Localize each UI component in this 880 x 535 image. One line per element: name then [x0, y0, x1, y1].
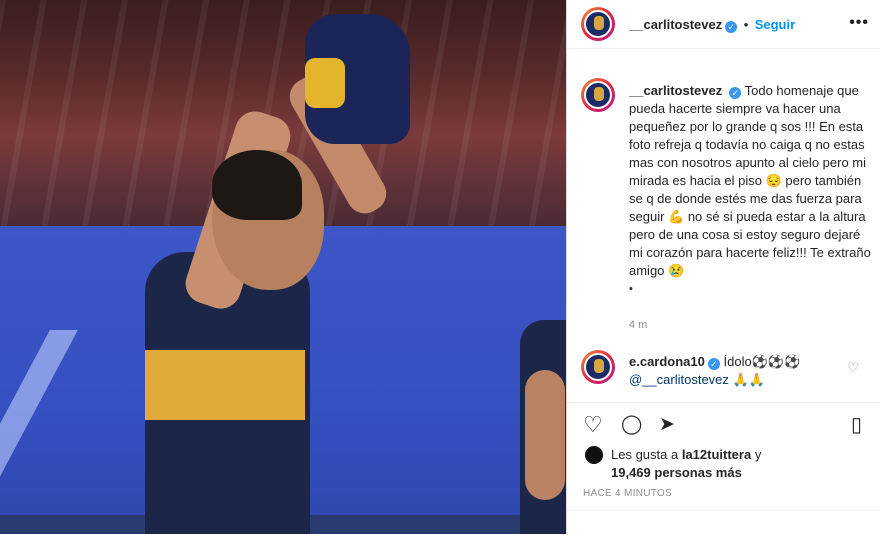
post-timestamp[interactable]: HACE 4 MINUTOS	[583, 488, 672, 499]
likes-summary: Les gusta a la12tuittera y 19,469 person…	[611, 446, 761, 482]
action-bar: ♡ ◯ ➤ ▯	[567, 402, 880, 449]
held-jersey-stripe	[305, 58, 345, 108]
shirt-stripe	[145, 350, 305, 420]
author-avatar[interactable]	[581, 7, 615, 41]
player-hair	[212, 150, 302, 220]
author-username[interactable]: __carlitostevez	[629, 17, 722, 32]
like-icon[interactable]: ♡	[583, 413, 603, 437]
likes-prefix: Les gusta a	[611, 447, 679, 462]
liker-username[interactable]: la12tuittera	[682, 447, 751, 462]
add-comment-row	[567, 510, 880, 535]
teammate-arm	[525, 370, 565, 500]
caption-avatar[interactable]	[581, 78, 615, 112]
save-icon[interactable]: ▯	[851, 413, 862, 437]
verified-icon: ✓	[729, 87, 742, 99]
comment-icon[interactable]: ◯	[621, 413, 642, 437]
liker-avatar[interactable]	[585, 446, 603, 464]
post-header: __carlitostevez ✓ • Seguir •••	[567, 0, 880, 49]
post-photo[interactable]	[0, 0, 566, 534]
more-options-icon[interactable]: •••	[849, 14, 869, 32]
caption-text: Todo homenaje que pueda hacerte siempre …	[629, 83, 871, 278]
author-line: __carlitostevez ✓ • Seguir	[629, 17, 796, 33]
verified-icon: ✓	[725, 21, 738, 33]
caption-dot: •	[629, 283, 633, 295]
commenter-avatar[interactable]	[581, 350, 615, 384]
comment-emoji: 🙏🙏	[732, 372, 765, 387]
comment-mention[interactable]: @__carlitostevez	[629, 372, 729, 387]
post-caption: __carlitostevez ✓ Todo homenaje que pueda…	[629, 82, 871, 298]
comment-text: Ídolo⚽⚽⚽	[723, 354, 801, 369]
comment: e.cardona10 ✓ Ídolo⚽⚽⚽ @__carlitostevez 🙏…	[629, 353, 851, 389]
likes-mid: y	[754, 447, 762, 462]
likes-count[interactable]: 19,469 personas más	[611, 465, 742, 480]
share-icon[interactable]: ➤	[659, 413, 675, 437]
caption-time[interactable]: 4 m	[629, 319, 647, 331]
comment-like-icon[interactable]: ♡	[847, 360, 859, 376]
caption-username[interactable]: __carlitostevez	[629, 83, 722, 98]
post-sidebar: __carlitostevez ✓ • Seguir ••• __carlitos…	[566, 0, 880, 534]
follow-button[interactable]: Seguir	[755, 17, 795, 32]
verified-icon: ✓	[707, 358, 720, 370]
commenter-username[interactable]: e.cardona10	[629, 354, 705, 369]
